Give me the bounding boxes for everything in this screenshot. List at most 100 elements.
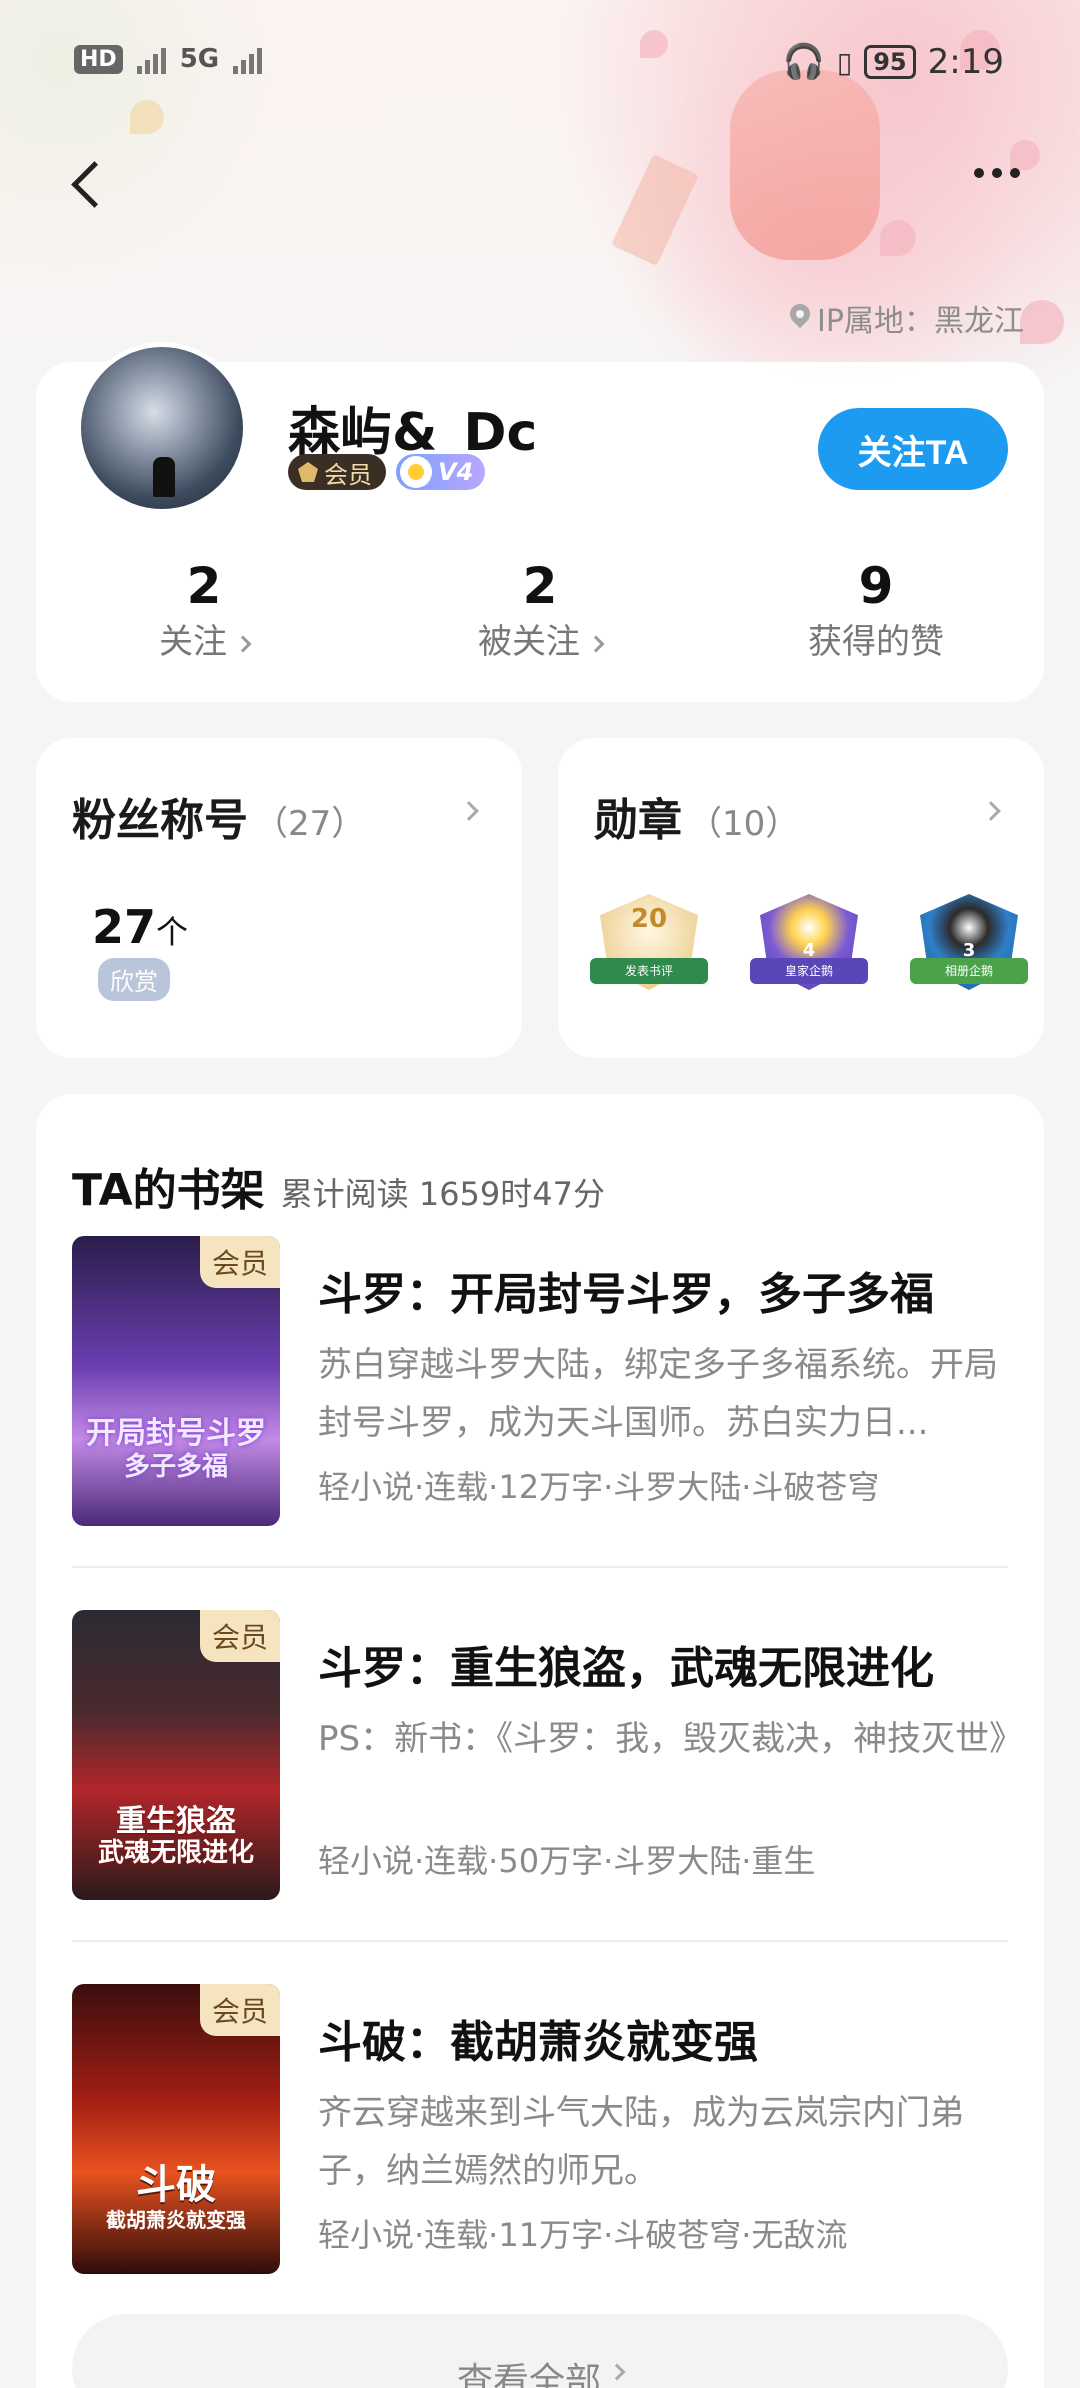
level-badge-label: V4 [438,458,474,486]
fan-title-count: （27） [254,804,366,844]
book-title: 斗破：截胡萧炎就变强 [318,2017,758,2068]
medal-caption: 发表书评 [624,964,673,978]
book-item[interactable]: 重生狼盗 武魂无限进化 会员 斗罗：重生狼盗，武魂无限进化 PS：新书：《斗罗：… [72,1610,1008,1900]
profile-stats: 2 关注 2 被关注 9 获得的赞 [36,558,1044,663]
status-right: 🎧 ▯ 95 2:19 [782,42,1004,82]
vip-corner-badge: 会员 [199,1610,280,1662]
fan-title-heading: 粉丝称号 （27） [72,784,365,848]
fan-title-label: 粉丝称号 [72,795,248,846]
vip-gem-icon [298,462,318,482]
cover-title-line: 多子多福 [123,1452,228,1482]
stat-label-row: 关注 [36,614,372,663]
review-medal-icon[interactable]: 20 发表书评 [590,888,708,1006]
fan-title-unit: 个 [156,913,189,951]
more-button[interactable] [974,168,1020,178]
ip-location: IP属地：黑龙江 [789,296,1024,340]
divider [72,1940,1008,1942]
stat-likes: 9 获得的赞 [708,558,1044,663]
cover-title-line: 武魂无限进化 [97,1838,254,1868]
chevron-right-icon [234,635,252,652]
petal-decoration [1010,140,1040,170]
stat-value: 2 [522,557,558,615]
stat-value: 9 [858,557,894,615]
stat-label: 获得的赞 [808,622,944,662]
book-description: 苏白穿越斗罗大陆，绑定多子多福系统。开局封号斗罗，成为天斗国师。苏白实力日... [318,1345,998,1443]
stat-value: 2 [186,557,222,615]
vip-corner-badge: 会员 [199,1984,280,2036]
medal-number: 4 [802,940,816,961]
chevron-right-icon [587,635,605,652]
medal-label: 勋章 [594,795,682,846]
book-cover[interactable]: 重生狼盗 武魂无限进化 会员 [72,1610,280,1900]
book-meta: 轻小说·连载·12万字·斗罗大陆·斗破苍穹 [318,1468,880,1506]
medal-count: （10） [688,804,800,844]
chevron-right-icon [608,2363,626,2381]
penguin-icon [400,456,432,488]
bookshelf-title: TA的书架 [72,1165,265,1216]
fan-title-number: 27 [92,900,157,954]
book-title: 斗罗：开局封号斗罗，多子多福 [318,1269,934,1320]
book-cover[interactable]: 斗破 截胡萧炎就变强 会员 [72,1984,280,2274]
medal-caption: 皇家企鹅 [784,964,833,978]
signal-icon [233,44,263,74]
level-badge[interactable]: V4 [396,454,486,490]
medal-heading: 勋章 （10） [594,784,799,848]
follow-button[interactable]: 关注TA [818,408,1008,490]
clock: 2:19 [927,42,1004,82]
penguin-medal-icon[interactable]: 3 相册企鹅 [910,888,1028,1006]
avatar[interactable] [76,342,248,514]
book-item[interactable]: 开局封号斗罗 多子多福 会员 斗罗：开局封号斗罗，多子多福 苏白穿越斗罗大陆，绑… [72,1236,1008,1526]
stat-label: 关注 [159,622,227,662]
bookshelf-header: TA的书架 累计阅读 1659时47分 [72,1154,605,1218]
chevron-right-icon [459,801,479,821]
book-description: 齐云穿越来到斗气大陆，成为云岚宗内门弟子，纳兰嫣然的师兄。 [318,2093,964,2191]
reading-time: 累计阅读 1659时47分 [280,1175,605,1213]
battery-icon: 95 [864,45,916,79]
vibrate-icon: ▯ [836,45,853,79]
headphones-icon: 🎧 [782,42,825,82]
divider [72,1566,1008,1568]
fan-title-value: 27个 [92,900,188,954]
medal-card[interactable]: 勋章 （10） 20 发表书评 4 皇家企鹅 3 相册企鹅 [558,738,1044,1058]
fan-title-tag: 欣赏 [98,958,170,1001]
status-left: HD 5G [74,44,263,74]
book-meta: 轻小说·连载·50万字·斗罗大陆·重生 [318,1842,816,1880]
hd-icon: HD [74,44,123,74]
book-meta: 轻小说·连载·11万字·斗破苍穹·无敌流 [318,2216,848,2254]
stat-followers[interactable]: 2 被关注 [372,558,708,663]
stat-following[interactable]: 2 关注 [36,558,372,663]
medal-number: 3 [962,940,976,961]
view-all-label: 查看全部 [456,2361,601,2388]
vip-corner-badge: 会员 [199,1236,280,1288]
vip-badge-label: 会员 [324,460,372,489]
medal-number: 20 [630,904,668,934]
fan-title-card[interactable]: 粉丝称号 （27） 27个 欣赏 [36,738,522,1058]
view-all-button[interactable]: 查看全部 [72,2314,1008,2388]
cover-title-line: 斗破 [136,2161,216,2208]
cover-title-line: 截胡萧炎就变强 [106,2208,246,2232]
ip-location-text: IP属地：黑龙江 [817,304,1024,339]
medal-caption: 相册企鹅 [944,964,993,978]
lantern-tag-decoration [611,154,699,266]
book-title: 斗罗：重生狼盗，武魂无限进化 [318,1643,934,1694]
back-button[interactable] [62,150,112,220]
petal-decoration [880,220,916,256]
stat-label-row: 被关注 [372,614,708,663]
location-pin-icon [789,304,811,332]
book-description: PS：新书：《斗罗：我，毁灭裁决，神技灭世》 [318,1719,1008,1759]
signal-icon [136,44,166,74]
network-label: 5G [179,44,220,74]
profile-card: 森屿&_Dc 会员 V4 关注TA 2 关注 2 被关注 9 获得的赞 [36,342,1044,702]
book-item[interactable]: 斗破 截胡萧炎就变强 会员 斗破：截胡萧炎就变强 齐云穿越来到斗气大陆，成为云岚… [72,1984,1008,2274]
book-cover[interactable]: 开局封号斗罗 多子多福 会员 [72,1236,280,1526]
user-badges: 会员 V4 [288,454,486,490]
petal-decoration [1020,300,1064,344]
status-bar: HD 5G 🎧 ▯ 95 2:19 [0,0,1080,130]
medal-list: 20 发表书评 4 皇家企鹅 3 相册企鹅 [590,888,1028,1006]
bookshelf-card: TA的书架 累计阅读 1659时47分 开局封号斗罗 多子多福 会员 斗罗：开局… [36,1094,1044,2388]
stat-label-row: 获得的赞 [708,614,1044,663]
chevron-right-icon [981,801,1001,821]
vip-badge[interactable]: 会员 [288,454,386,490]
imperial-penguin-medal-icon[interactable]: 4 皇家企鹅 [750,888,868,1006]
stat-label: 被关注 [478,622,580,662]
